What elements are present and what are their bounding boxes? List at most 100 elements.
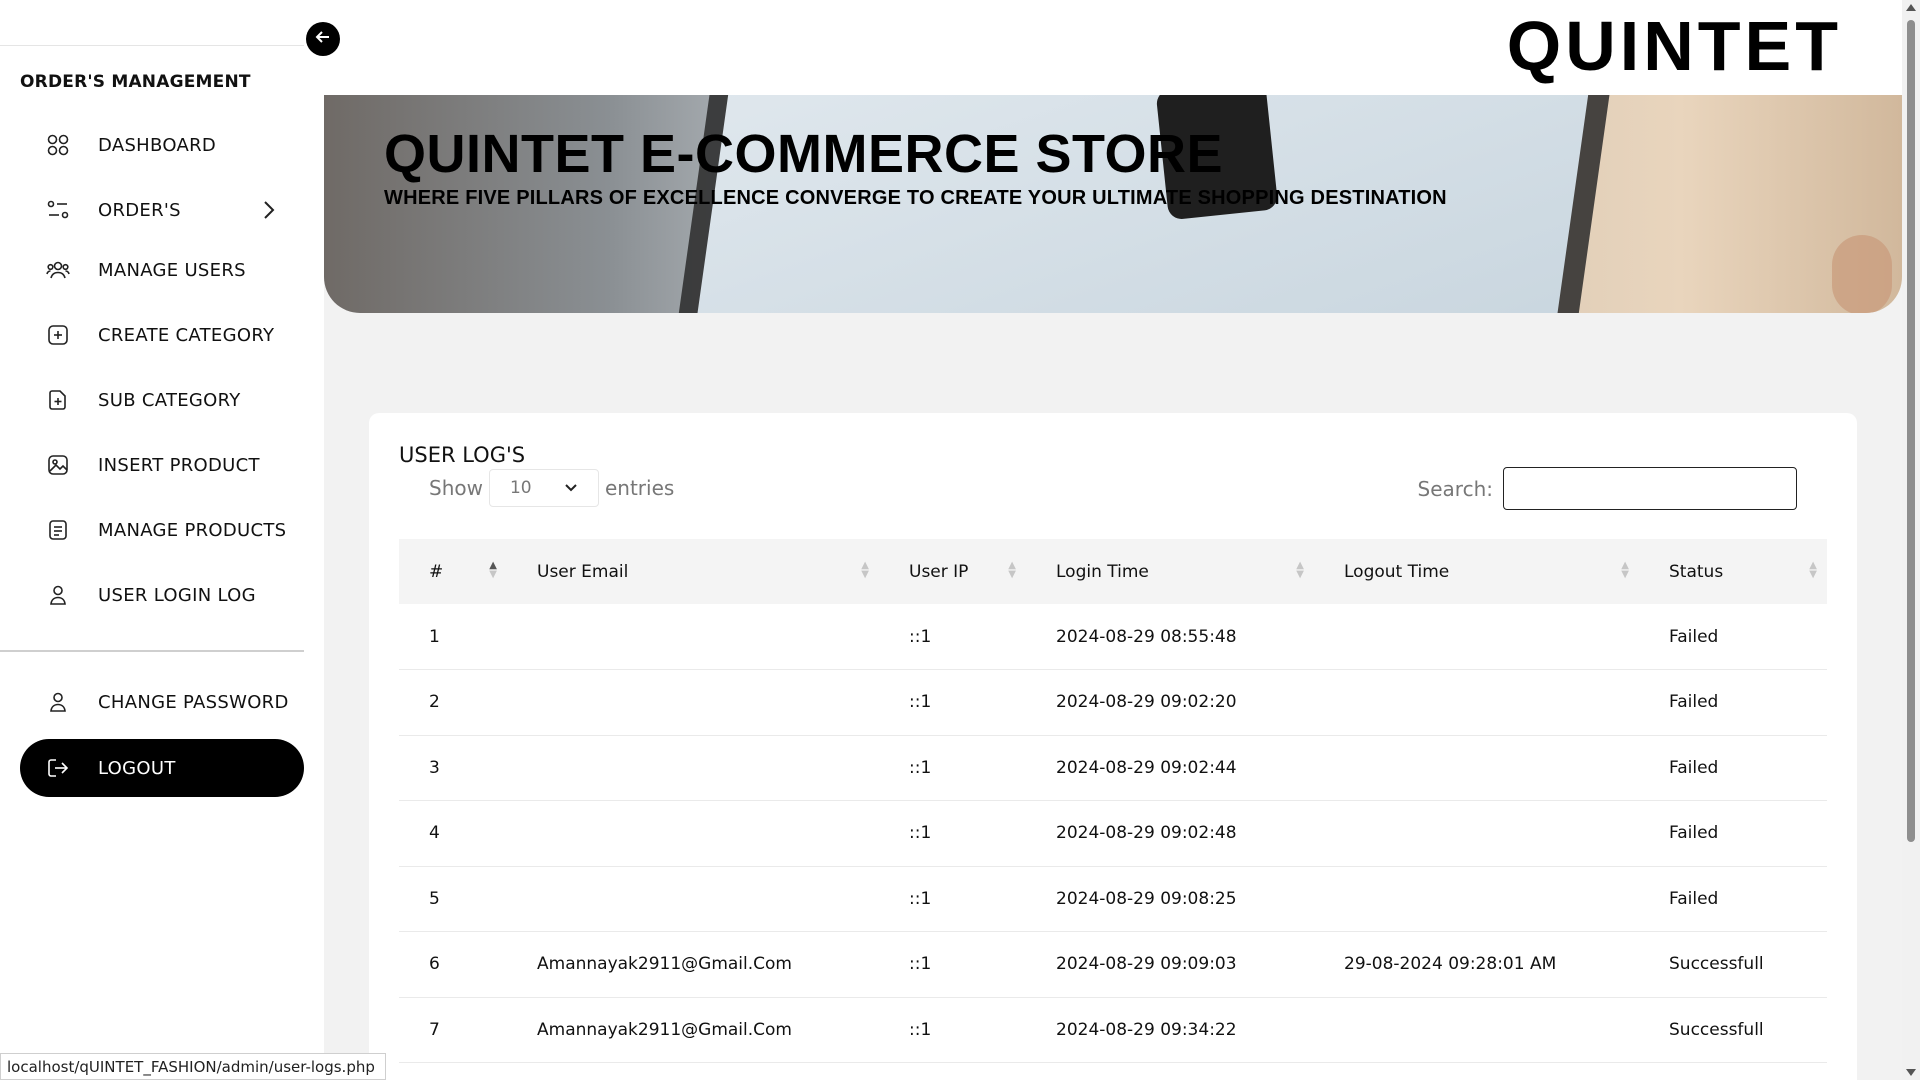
cell-num: 2 <box>429 692 440 713</box>
column-header-status[interactable]: Status ▲ ▼ <box>1639 539 1827 604</box>
sidebar-section-title: ORDER'S MANAGEMENT <box>20 72 251 92</box>
cell-status: Failed <box>1669 888 1719 909</box>
table-row: 1 ::1 2024-08-29 08:55:48 Failed <box>399 604 1827 670</box>
chevron-right-icon <box>262 199 276 225</box>
scrollbar-thumb[interactable] <box>1907 20 1915 842</box>
cell-login-time: 2024-08-29 09:08:25 <box>1056 888 1237 909</box>
cell-login-time: 2024-08-29 08:55:48 <box>1056 626 1237 647</box>
sidebar-item-dashboard[interactable]: DASHBOARD <box>20 116 304 174</box>
banner-subtitle: WHERE FIVE PILLARS OF EXCELLENCE CONVERG… <box>384 187 1447 209</box>
logout-button[interactable]: LOGOUT <box>20 739 304 797</box>
logout-icon <box>40 750 76 786</box>
cell-num: 5 <box>429 888 440 909</box>
sidebar-item-label: MANAGE USERS <box>98 259 246 281</box>
cell-email: Amannayak2911@Gmail.Com <box>537 1019 792 1040</box>
table-row: 5 ::1 2024-08-29 09:08:25 Failed <box>399 866 1827 932</box>
plus-square-icon <box>40 317 76 353</box>
table-search: Search: <box>1418 467 1797 510</box>
arrow-left-icon <box>314 28 332 50</box>
cell-logout-time <box>1314 604 1639 670</box>
users-icon <box>40 252 76 288</box>
table-row: 3 ::1 2024-08-29 09:02:44 Failed <box>399 735 1827 801</box>
column-header-num[interactable]: # ▲ ▼ <box>399 539 507 604</box>
cell-ip: ::1 <box>909 757 932 778</box>
banner-title: QUINTET E-COMMERCE STORE <box>384 124 1224 184</box>
column-header-ip[interactable]: User IP ▲ ▼ <box>879 539 1026 604</box>
table-row: 2 ::1 2024-08-29 09:02:20 Failed <box>399 670 1827 736</box>
cell-login-time: 2024-08-29 09:09:03 <box>1056 954 1237 975</box>
cell-status: Successfull <box>1669 954 1764 975</box>
cell-num: 7 <box>429 1019 440 1040</box>
grid-icon <box>40 127 76 163</box>
scroll-down-icon[interactable] <box>1906 1069 1916 1076</box>
sidebar-item-sub-category[interactable]: SUB CATEGORY <box>20 371 304 429</box>
cell-login-time: 2024-08-29 09:34:22 <box>1056 1019 1237 1040</box>
cell-ip: ::1 <box>909 888 932 909</box>
cell-status: Failed <box>1669 823 1719 844</box>
user-logs-card: USER LOG'S Show 10 entries Search: # ▲ ▼ U… <box>369 413 1857 1080</box>
cell-email <box>507 866 879 932</box>
user-icon <box>40 684 76 720</box>
entries-label: entries <box>604 476 675 500</box>
sidebar-item-label: INSERT PRODUCT <box>98 454 260 476</box>
cell-status: Failed <box>1669 626 1719 647</box>
cell-login-time: 2024-08-29 09:02:20 <box>1056 692 1237 713</box>
cell-logout-time <box>1314 866 1639 932</box>
cell-logout-time <box>1314 735 1639 801</box>
cell-ip: ::1 <box>909 626 932 647</box>
change-password-label: CHANGE PASSWORD <box>98 691 289 713</box>
user-icon <box>40 577 76 613</box>
sidebar-item-orders[interactable]: ORDER'S <box>20 181 304 239</box>
page-scrollbar[interactable] <box>1902 0 1920 1080</box>
sidebar-item-label: DASHBOARD <box>98 134 217 156</box>
sidebar-item-label: ORDER'S <box>98 199 181 221</box>
change-password-button[interactable]: CHANGE PASSWORD <box>20 673 304 731</box>
cell-num: 6 <box>429 954 440 975</box>
document-icon <box>40 512 76 548</box>
scroll-up-icon[interactable] <box>1906 4 1916 11</box>
cell-num: 4 <box>429 823 440 844</box>
divider <box>0 45 304 46</box>
image-icon <box>40 447 76 483</box>
collapse-sidebar-button[interactable] <box>306 22 340 56</box>
sidebar-item-manage-users[interactable]: MANAGE USERS <box>20 241 304 299</box>
cell-login-time: 2024-08-29 09:02:44 <box>1056 757 1237 778</box>
sidebar-item-insert-product[interactable]: INSERT PRODUCT <box>20 436 304 494</box>
chevron-down-icon <box>564 478 578 498</box>
show-label: Show <box>429 476 483 500</box>
banner-image-hand <box>1832 235 1892 313</box>
table-row: 4 ::1 2024-08-29 09:02:48 Failed <box>399 801 1827 867</box>
sidebar-item-user-login-log[interactable]: USER LOGIN LOG <box>20 566 304 624</box>
cell-status: Failed <box>1669 692 1719 713</box>
sort-icon: ▲ ▼ <box>1296 560 1304 580</box>
cell-status: Successfull <box>1669 1019 1764 1040</box>
table-row: 7 Amannayak2911@Gmail.Com ::1 2024-08-29… <box>399 997 1827 1063</box>
column-header-login-time[interactable]: Login Time ▲ ▼ <box>1026 539 1314 604</box>
sidebar-item-create-category[interactable]: CREATE CATEGORY <box>20 306 304 364</box>
cell-ip: ::1 <box>909 692 932 713</box>
sidebar: ORDER'S MANAGEMENT DASHBOARD ORDER'S MAN… <box>0 0 324 1080</box>
entries-select[interactable]: 10 <box>488 469 599 507</box>
search-label: Search: <box>1417 476 1493 501</box>
entries-length-control: Show 10 entries <box>429 469 674 507</box>
cell-num: 3 <box>429 757 440 778</box>
cell-email <box>507 801 879 867</box>
filter-icon <box>40 192 76 228</box>
cell-status: Failed <box>1669 757 1719 778</box>
cell-num: 1 <box>429 626 440 647</box>
top-header: QUINTET <box>324 0 1902 95</box>
card-title: USER LOG'S <box>399 443 526 467</box>
column-header-email[interactable]: User Email ▲ ▼ <box>507 539 879 604</box>
entries-select-value: 10 <box>509 478 532 498</box>
cell-login-time: 2024-08-29 09:02:48 <box>1056 823 1237 844</box>
sidebar-item-label: USER LOGIN LOG <box>98 584 256 606</box>
cell-email <box>507 670 879 736</box>
sidebar-item-manage-products[interactable]: MANAGE PRODUCTS <box>20 501 304 559</box>
sidebar-item-label: MANAGE PRODUCTS <box>98 519 287 541</box>
table-row: 6 Amannayak2911@Gmail.Com ::1 2024-08-29… <box>399 932 1827 997</box>
brand-logo[interactable]: QUINTET <box>1507 6 1842 86</box>
search-input[interactable] <box>1503 467 1797 510</box>
file-plus-icon <box>40 382 76 418</box>
sidebar-item-label: SUB CATEGORY <box>98 389 241 411</box>
column-header-logout-time[interactable]: Logout Time ▲ ▼ <box>1314 539 1639 604</box>
